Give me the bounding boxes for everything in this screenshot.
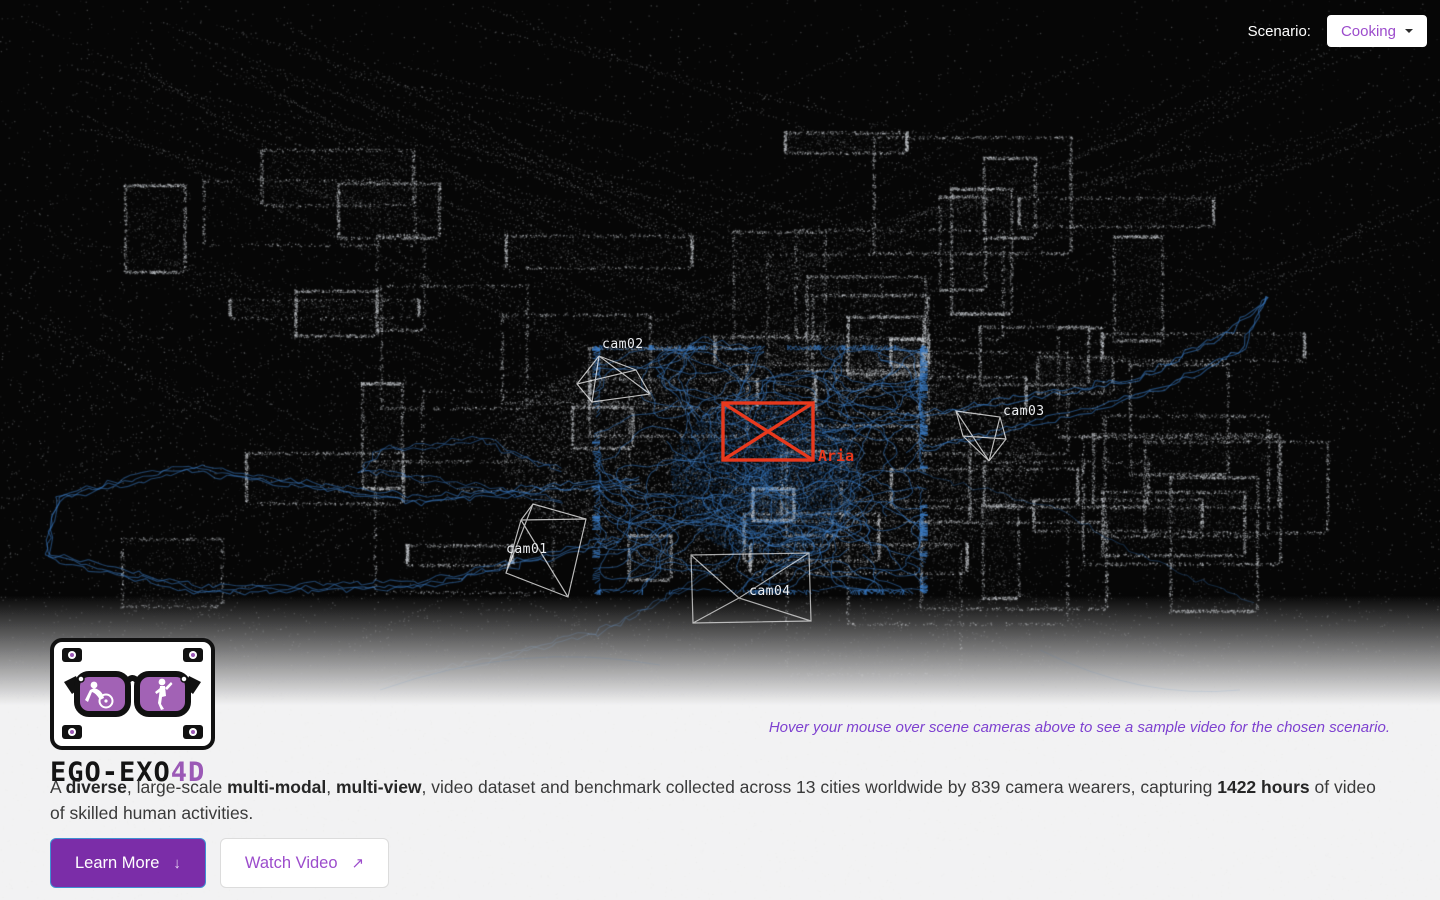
learn-more-label: Learn More — [75, 854, 159, 873]
intro-text: A diverse, large-scale multi-modal, mult… — [50, 774, 1390, 826]
arrow-up-right-icon: ↗ — [352, 854, 365, 872]
learn-more-button[interactable]: Learn More ↓ — [50, 838, 206, 888]
watch-video-button[interactable]: Watch Video ↗ — [220, 838, 389, 888]
watch-video-label: Watch Video — [245, 854, 338, 873]
intro-segment-bold: multi-modal — [227, 777, 326, 797]
intro-segment: , — [326, 777, 336, 797]
glasses-logo-icon — [50, 638, 215, 750]
intro-segment: A — [50, 777, 66, 797]
intro-segment-bold: 1422 hours — [1217, 777, 1309, 797]
cam03-label[interactable]: cam03 — [1003, 404, 1045, 419]
caret-down-icon — [1405, 29, 1413, 33]
hover-hint-text: Hover your mouse over scene cameras abov… — [769, 719, 1390, 736]
pointcloud-canvas — [0, 0, 1440, 900]
intro-segment: , video dataset and benchmark collected … — [422, 777, 1218, 797]
scenario-label: Scenario: — [1248, 23, 1311, 40]
egoexo4d-logo: EGO-EXO4D — [50, 638, 215, 788]
cam01-label[interactable]: cam01 — [506, 542, 548, 557]
scenario-dropdown[interactable]: Cooking — [1327, 15, 1427, 47]
intro-segment: , large-scale — [127, 777, 227, 797]
intro-segment-bold: diverse — [66, 777, 127, 797]
scenario-value: Cooking — [1341, 23, 1396, 40]
aria-label[interactable]: Aria — [818, 447, 854, 465]
hero-scene: cam01 cam02 cam03 cam04 Aria — [0, 0, 1440, 900]
arrow-down-icon: ↓ — [173, 855, 181, 872]
scenario-bar: Scenario: Cooking — [1248, 15, 1427, 47]
cam04-label[interactable]: cam04 — [749, 584, 791, 599]
action-buttons: Learn More ↓ Watch Video ↗ — [50, 838, 389, 888]
intro-segment-bold: multi-view — [336, 777, 422, 797]
cam02-label[interactable]: cam02 — [602, 337, 644, 352]
